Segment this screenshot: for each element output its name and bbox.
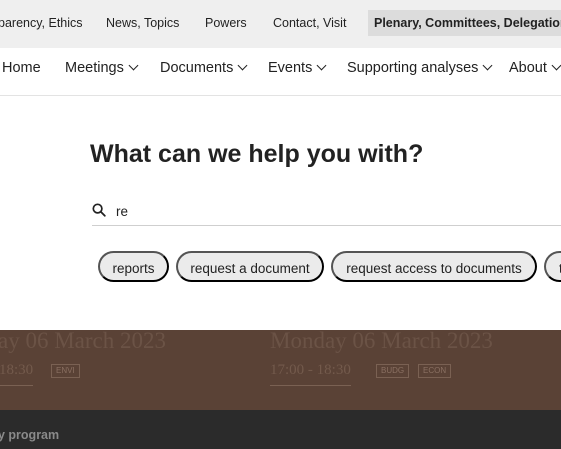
program-bar: y program	[0, 410, 561, 449]
search-field	[92, 201, 561, 226]
search-title: What can we help you with?	[90, 140, 424, 168]
nav-events-label: Events	[268, 60, 313, 76]
program-link[interactable]: y program	[0, 428, 59, 442]
nav-documents[interactable]: Documents	[160, 60, 248, 76]
chevron-down-icon	[482, 60, 493, 71]
top-nav-plenary-committees-delegations[interactable]: Plenary, Committees, Delegations	[368, 10, 561, 36]
top-navigation: parency, Ethics News, Topics Powers Cont…	[0, 0, 561, 48]
suggestion-chip-partial[interactable]: t	[544, 251, 561, 282]
nav-meetings-label: Meetings	[65, 60, 124, 76]
search-icon	[92, 203, 106, 217]
suggestion-chip-request-a-document[interactable]: request a document	[176, 251, 324, 282]
committee-tag: BUDG	[376, 364, 410, 378]
main-navigation: Home Meetings Documents Events Supportin…	[0, 48, 561, 96]
nav-meetings[interactable]: Meetings	[65, 60, 139, 76]
event-time[interactable]: 18:30	[0, 362, 34, 386]
top-nav-powers[interactable]: Powers	[205, 16, 247, 30]
event-time[interactable]: 17:00 - 18:30	[270, 362, 351, 386]
suggestion-chip-request-access-to-documents[interactable]: request access to documents	[331, 251, 537, 282]
chevron-down-icon	[128, 60, 139, 71]
event-date: ay 06 March 2023	[0, 330, 166, 353]
search-panel: What can we help you with? reports reque…	[0, 96, 561, 330]
event-date: Monday 06 March 2023	[270, 330, 493, 353]
nav-about-label: About	[509, 60, 547, 76]
events-band: ay 06 March 2023 18:30 ENVI Monday 06 Ma…	[0, 330, 561, 410]
chevron-down-icon	[551, 60, 561, 71]
chevron-down-icon	[316, 60, 327, 71]
suggestion-chip-reports[interactable]: reports	[98, 251, 169, 282]
nav-about[interactable]: About	[509, 60, 561, 76]
committee-tag: ENVI	[51, 364, 80, 378]
nav-home-label: Home	[2, 60, 41, 76]
search-input[interactable]	[116, 201, 556, 221]
top-nav-news-topics[interactable]: News, Topics	[106, 16, 179, 30]
nav-events[interactable]: Events	[268, 60, 327, 76]
nav-documents-label: Documents	[160, 60, 234, 76]
top-nav-transparency-ethics[interactable]: parency, Ethics	[0, 16, 83, 30]
committee-tag: ECON	[418, 364, 452, 378]
chevron-down-icon	[237, 60, 248, 71]
nav-supporting-analyses[interactable]: Supporting analyses	[347, 60, 493, 76]
nav-supporting-analyses-label: Supporting analyses	[347, 60, 479, 76]
nav-home[interactable]: Home	[2, 60, 41, 76]
top-nav-contact-visit[interactable]: Contact, Visit	[273, 16, 346, 30]
